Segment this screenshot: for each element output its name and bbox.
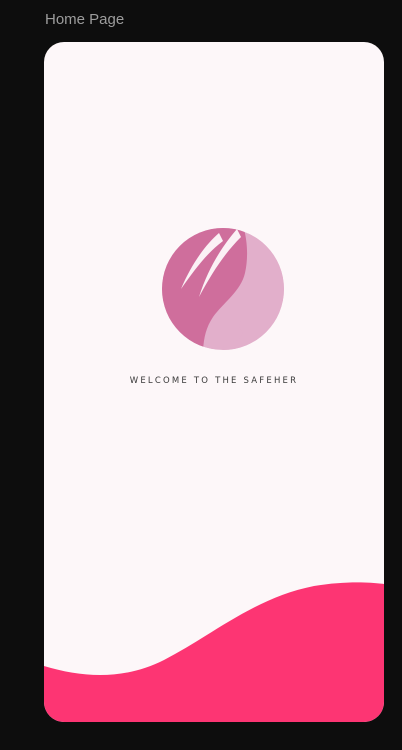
bottom-wave: [44, 582, 384, 722]
woman-profile-icon: [162, 228, 284, 350]
frame-title: Home Page: [45, 11, 125, 28]
welcome-text: WELCOME TO THE SAFEHER: [129, 376, 299, 386]
home-screen: WELCOME TO THE SAFEHER: [44, 42, 384, 722]
